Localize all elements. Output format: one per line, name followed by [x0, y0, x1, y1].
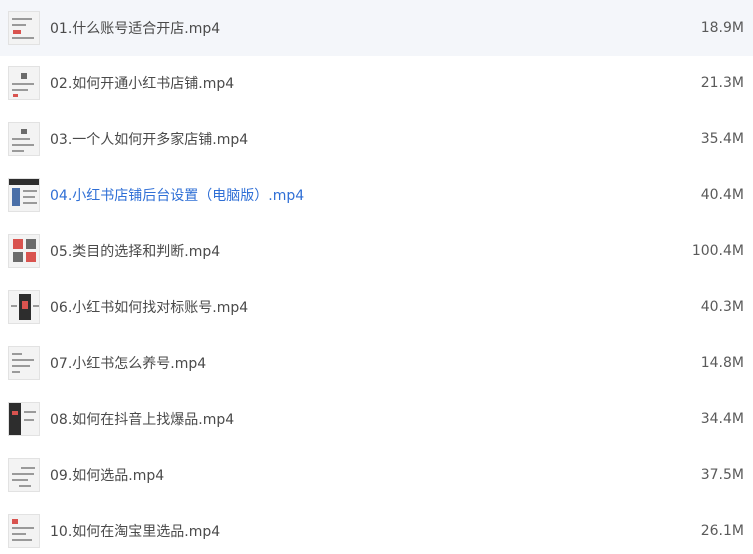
file-size: 35.4M	[700, 131, 744, 147]
file-size: 40.4M	[700, 187, 744, 203]
file-list: 01.什么账号适合开店.mp4 18.9M 02.如何开通小红书店铺.mp4 2…	[0, 0, 753, 554]
video-thumbnail-icon	[8, 234, 40, 268]
file-size: 18.9M	[700, 20, 744, 36]
file-name[interactable]: 01.什么账号适合开店.mp4	[50, 18, 220, 38]
file-name[interactable]: 05.类目的选择和判断.mp4	[50, 241, 220, 261]
file-name[interactable]: 07.小红书怎么养号.mp4	[50, 353, 206, 373]
file-row[interactable]: 02.如何开通小红书店铺.mp4 21.3M	[0, 55, 753, 111]
file-row[interactable]: 08.如何在抖音上找爆品.mp4 34.4M	[0, 391, 753, 447]
file-row[interactable]: 06.小红书如何找对标账号.mp4 40.3M	[0, 279, 753, 335]
video-thumbnail-icon	[8, 514, 40, 548]
file-name[interactable]: 04.小红书店铺后台设置（电脑版）.mp4	[50, 185, 304, 205]
file-row[interactable]: 10.如何在淘宝里选品.mp4 26.1M	[0, 503, 753, 554]
video-thumbnail-icon	[8, 66, 40, 100]
file-size: 26.1M	[700, 523, 744, 539]
file-row[interactable]: 07.小红书怎么养号.mp4 14.8M	[0, 335, 753, 391]
file-row[interactable]: 05.类目的选择和判断.mp4 100.4M	[0, 223, 753, 279]
file-size: 14.8M	[700, 355, 744, 371]
file-row[interactable]: 01.什么账号适合开店.mp4 18.9M	[0, 0, 753, 56]
file-size: 37.5M	[700, 467, 744, 483]
file-name[interactable]: 02.如何开通小红书店铺.mp4	[50, 73, 234, 93]
file-size: 34.4M	[700, 411, 744, 427]
video-thumbnail-icon	[8, 290, 40, 324]
video-thumbnail-icon	[8, 346, 40, 380]
file-row[interactable]: 03.一个人如何开多家店铺.mp4 35.4M	[0, 111, 753, 167]
file-row[interactable]: 09.如何选品.mp4 37.5M	[0, 447, 753, 503]
file-name[interactable]: 06.小红书如何找对标账号.mp4	[50, 297, 248, 317]
video-thumbnail-icon	[8, 122, 40, 156]
file-name[interactable]: 03.一个人如何开多家店铺.mp4	[50, 129, 248, 149]
file-name[interactable]: 09.如何选品.mp4	[50, 465, 164, 485]
video-thumbnail-icon	[8, 11, 40, 45]
file-name[interactable]: 08.如何在抖音上找爆品.mp4	[50, 409, 234, 429]
video-thumbnail-icon	[8, 402, 40, 436]
video-thumbnail-icon	[8, 458, 40, 492]
file-row[interactable]: 04.小红书店铺后台设置（电脑版）.mp4 40.4M	[0, 167, 753, 223]
file-size: 21.3M	[700, 75, 744, 91]
file-name[interactable]: 10.如何在淘宝里选品.mp4	[50, 521, 220, 541]
file-size: 40.3M	[700, 299, 744, 315]
video-thumbnail-icon	[8, 178, 40, 212]
file-size: 100.4M	[691, 243, 744, 259]
